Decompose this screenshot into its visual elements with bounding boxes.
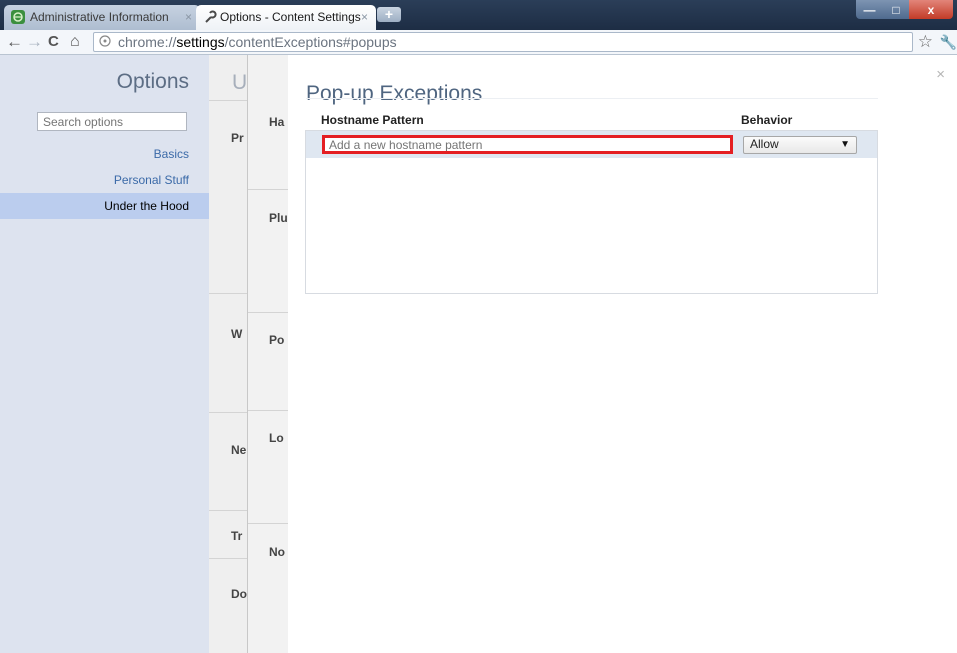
divider — [209, 510, 247, 511]
page-title: U — [232, 71, 248, 94]
home-icon[interactable]: ⌂ — [70, 31, 80, 53]
section-label: Ha — [269, 115, 285, 129]
divider — [209, 100, 247, 101]
divider — [209, 412, 247, 413]
reload-icon[interactable]: C — [48, 31, 59, 53]
search-options-input[interactable] — [37, 112, 187, 131]
divider — [248, 189, 288, 190]
tab-title: Options - Content Settings — [220, 10, 361, 24]
tab-options-content-settings[interactable]: Options - Content Settings × — [196, 5, 376, 30]
close-tab-icon[interactable]: × — [361, 5, 368, 29]
minimize-button[interactable]: — — [856, 0, 883, 19]
divider — [209, 558, 247, 559]
popup-exceptions-dialog: Pop-up Exceptions × Hostname Pattern Beh… — [288, 55, 957, 653]
sidebar-item-under-the-hood[interactable]: Under the Hood — [0, 193, 209, 219]
tab-title: Administrative Information — [30, 10, 169, 24]
divider — [248, 410, 288, 411]
sidebar-item-personal-stuff[interactable]: Personal Stuff — [0, 167, 209, 193]
section-label: Tr — [231, 529, 243, 543]
close-icon[interactable]: × — [936, 66, 945, 83]
settings-middle-column: Ha Plu Po Lo No — [248, 55, 289, 653]
close-window-button[interactable]: x — [909, 0, 953, 19]
title-divider — [306, 98, 878, 99]
behavior-select[interactable]: Allow ▼ — [743, 136, 857, 154]
behavior-value: Allow — [750, 137, 779, 151]
title-bar: Administrative Information × Options - C… — [0, 0, 957, 30]
section-label: Do — [231, 587, 247, 601]
options-sidebar: Options Basics Personal Stuff Under the … — [0, 55, 209, 653]
url-host: settings — [176, 34, 225, 50]
dialog-title: Pop-up Exceptions — [306, 82, 483, 106]
exceptions-list: Allow ▼ — [305, 130, 878, 294]
divider — [248, 523, 288, 524]
new-tab-button[interactable]: + — [377, 7, 401, 22]
bookmark-star-icon[interactable]: ☆ — [918, 31, 933, 53]
favicon-icon — [11, 10, 25, 24]
close-tab-icon[interactable]: × — [185, 5, 192, 29]
url-path: /contentExceptions#popups — [224, 34, 397, 50]
section-label: Pr — [231, 131, 244, 145]
sidebar-title: Options — [116, 70, 189, 93]
address-bar[interactable]: chrome://settings/contentExceptions#popu… — [93, 32, 913, 52]
wrench-menu-icon[interactable]: 🔧 — [940, 31, 957, 53]
forward-arrow-icon[interactable]: → — [26, 31, 43, 53]
divider — [248, 312, 288, 313]
page-icon — [99, 35, 111, 47]
maximize-button[interactable]: □ — [883, 0, 909, 19]
section-label: Ne — [231, 443, 247, 457]
list-item[interactable]: Allow ▼ — [306, 131, 877, 158]
dropdown-arrow-icon: ▼ — [840, 139, 850, 150]
tab-administrative-information[interactable]: Administrative Information × — [4, 5, 200, 30]
section-label: Lo — [269, 431, 284, 445]
hostname-pattern-input[interactable] — [322, 135, 733, 154]
column-header-hostname: Hostname Pattern — [321, 113, 424, 127]
column-header-behavior: Behavior — [741, 113, 793, 127]
back-arrow-icon[interactable]: ← — [6, 31, 23, 53]
sidebar-item-basics[interactable]: Basics — [0, 141, 209, 167]
section-label: No — [269, 545, 285, 559]
url-scheme: chrome:// — [118, 34, 177, 50]
divider — [209, 293, 247, 294]
section-label: Plu — [269, 211, 288, 225]
section-label: W — [231, 327, 243, 341]
section-label: Po — [269, 333, 285, 347]
wrench-icon — [205, 10, 217, 23]
browser-toolbar: ← → C ⌂ chrome://settings/contentExcepti… — [0, 30, 957, 55]
window-controls: — □ x — [856, 0, 953, 20]
